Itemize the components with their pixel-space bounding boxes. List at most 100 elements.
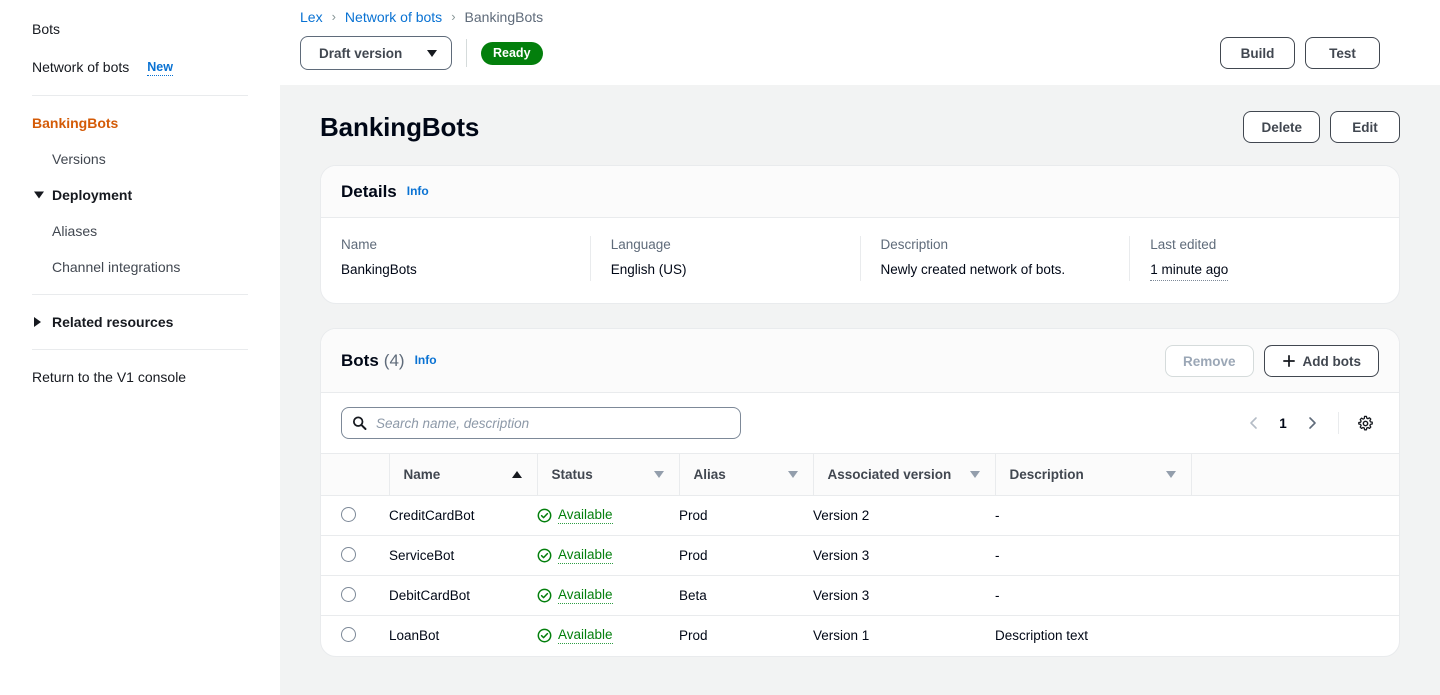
page-title: BankingBots (320, 112, 479, 143)
cell-status: Available (537, 536, 679, 576)
plus-icon (1282, 354, 1296, 368)
chevron-down-icon (427, 50, 437, 57)
details-title: Details (341, 182, 397, 202)
detail-label: Description (881, 236, 1110, 254)
sidebar-divider-1 (32, 95, 248, 96)
sidebar-item-bots-label: Bots (32, 19, 60, 39)
row-radio-button[interactable] (341, 627, 356, 642)
test-button[interactable]: Test (1305, 37, 1380, 69)
status-label: Available (558, 587, 613, 604)
sidebar-item-channel-integrations[interactable]: Channel integrations (0, 249, 280, 285)
row-select-cell (321, 616, 389, 656)
cell-spacer (1191, 536, 1399, 576)
column-header-associated-version[interactable]: Associated version (813, 454, 995, 496)
detail-field-last-edited: Last edited 1 minute ago (1129, 236, 1399, 281)
bots-card-header: Bots (4) Info Remove Add bots (321, 329, 1399, 393)
sidebar-item-related-resources[interactable]: Related resources (0, 304, 280, 340)
cell-associated-version: Version 2 (813, 496, 995, 536)
bots-info-link[interactable]: Info (415, 353, 437, 367)
status-label: Available (558, 507, 613, 524)
sidebar-item-versions[interactable]: Versions (0, 141, 280, 177)
row-radio-button[interactable] (341, 587, 356, 602)
sidebar-item-deployment[interactable]: Deployment (0, 177, 280, 213)
row-radio-button[interactable] (341, 507, 356, 522)
table-row[interactable]: DebitCardBot Available B (321, 576, 1399, 616)
breadcrumb-separator-icon: › (451, 9, 455, 24)
page-header: BankingBots Delete Edit (320, 85, 1400, 165)
search-box (341, 407, 741, 439)
detail-value: Newly created network of bots. (881, 261, 1110, 279)
column-header-alias[interactable]: Alias (679, 454, 813, 496)
version-toolbar: Draft version Ready Build Test (300, 28, 1380, 78)
cell-associated-version: Version 3 (813, 536, 995, 576)
cell-spacer (1191, 576, 1399, 616)
version-selector-label: Draft version (319, 46, 402, 61)
table-row[interactable]: CreditCardBot Available (321, 496, 1399, 536)
sidebar-item-network-of-bots[interactable]: Network of bots New (0, 48, 280, 86)
sort-icon (653, 471, 665, 478)
cell-alias: Prod (679, 616, 813, 656)
column-header-status[interactable]: Status (537, 454, 679, 496)
column-header-description-label: Description (1010, 467, 1084, 482)
breadcrumb: Lex › Network of bots › BankingBots (300, 0, 1380, 28)
pagination-divider (1338, 412, 1339, 434)
row-select-cell (321, 576, 389, 616)
bots-title: Bots (341, 351, 379, 371)
table-preferences-button[interactable] (1351, 409, 1379, 437)
table-header-row: Name Status (321, 454, 1399, 496)
cell-description: Description text (995, 616, 1191, 656)
cell-spacer (1191, 496, 1399, 536)
add-bots-button[interactable]: Add bots (1264, 345, 1380, 377)
check-circle-icon (537, 508, 552, 523)
status-label: Available (558, 627, 613, 644)
delete-button[interactable]: Delete (1243, 111, 1320, 143)
details-body: Name BankingBots Language English (US) D… (321, 218, 1399, 303)
remove-button[interactable]: Remove (1165, 345, 1254, 377)
detail-value-tooltip[interactable]: 1 minute ago (1150, 261, 1228, 281)
detail-value: English (US) (611, 261, 840, 279)
table-row[interactable]: ServiceBot Available Pro (321, 536, 1399, 576)
column-header-name[interactable]: Name (389, 454, 537, 496)
check-circle-icon (537, 628, 552, 643)
pagination-previous-button[interactable] (1240, 409, 1268, 437)
chevron-right-icon (34, 317, 41, 327)
status-label: Available (558, 547, 613, 564)
pagination-next-button[interactable] (1298, 409, 1326, 437)
sidebar-item-bots[interactable]: Bots (0, 10, 280, 48)
cell-alias: Prod (679, 536, 813, 576)
gear-icon (1357, 415, 1374, 432)
sidebar-item-current-bot[interactable]: BankingBots (0, 105, 280, 141)
build-button[interactable]: Build (1220, 37, 1295, 69)
row-select-cell (321, 536, 389, 576)
main-area: Lex › Network of bots › BankingBots Draf… (280, 0, 1440, 695)
sidebar-item-aliases[interactable]: Aliases (0, 213, 280, 249)
details-info-link[interactable]: Info (407, 184, 429, 198)
edit-button[interactable]: Edit (1330, 111, 1400, 143)
new-badge: New (147, 59, 173, 76)
sort-icon (787, 471, 799, 478)
lex-console-page: Bots Network of bots New BankingBots Ver… (0, 0, 1440, 695)
column-header-description[interactable]: Description (995, 454, 1191, 496)
table-row[interactable]: LoanBot Available Prod (321, 616, 1399, 656)
pagination-page-number[interactable]: 1 (1270, 416, 1296, 431)
sidebar-return-v1-console[interactable]: Return to the V1 console (0, 359, 280, 395)
breadcrumb-item-lex[interactable]: Lex (300, 9, 323, 25)
cell-description: - (995, 496, 1191, 536)
cell-associated-version: Version 1 (813, 616, 995, 656)
detail-label: Language (611, 236, 840, 254)
cell-name: ServiceBot (389, 536, 537, 576)
bots-table-toolbar: 1 (321, 393, 1399, 453)
search-input[interactable] (341, 407, 741, 439)
row-radio-button[interactable] (341, 547, 356, 562)
version-selector-button[interactable]: Draft version (300, 36, 452, 70)
column-header-spacer (1191, 454, 1399, 496)
cell-status: Available (537, 576, 679, 616)
detail-field-language: Language English (US) (590, 236, 860, 281)
content-panel: BankingBots Delete Edit Details Info Nam… (280, 85, 1440, 695)
cell-name: LoanBot (389, 616, 537, 656)
cell-description: - (995, 576, 1191, 616)
breadcrumb-item-network-of-bots[interactable]: Network of bots (345, 9, 442, 25)
detail-field-name: Name BankingBots (321, 236, 590, 281)
check-circle-icon (537, 548, 552, 563)
cell-alias: Prod (679, 496, 813, 536)
